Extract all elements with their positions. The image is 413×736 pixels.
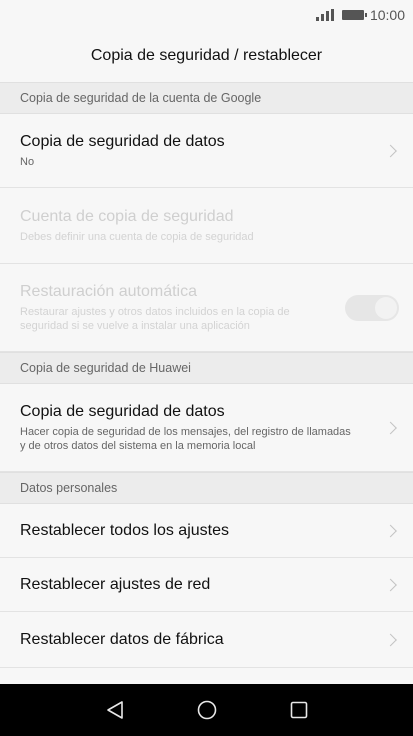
section-header-personal: Datos personales	[0, 472, 413, 504]
page-title: Copia de seguridad / restablecer	[0, 30, 413, 82]
reset-all-settings-label: Restablecer todos los ajustes	[20, 521, 229, 539]
status-time: 10:00	[369, 7, 405, 23]
reset-all-settings-row[interactable]: Restablecer todos los ajustes	[0, 504, 413, 558]
signal-icon	[315, 9, 334, 21]
page-title-text: Copia de seguridad / restablecer	[90, 47, 323, 64]
auto-restore-toggle	[345, 294, 399, 321]
navigation-bar	[0, 684, 413, 736]
auto-restore-label: Restauración automática	[20, 282, 197, 300]
factory-reset-label: Restablecer datos de fábrica	[20, 630, 224, 648]
section-header-personal-text: Datos personales	[20, 481, 118, 495]
toggle-knob	[375, 296, 397, 319]
google-backup-data-row[interactable]: Copia de seguridad de datos No	[0, 114, 413, 188]
google-backup-data-value: No	[20, 155, 35, 168]
backup-account-label: Cuenta de copia de seguridad	[20, 207, 234, 225]
section-header-huawei-text: Copia de seguridad de Huawei	[20, 361, 191, 375]
status-bar: 10:00	[0, 0, 413, 30]
huawei-backup-data-subtitle: Hacer copia de seguridad de los mensajes…	[20, 425, 351, 452]
reset-network-settings-label: Restablecer ajustes de red	[20, 575, 211, 593]
backup-account-subtitle: Debes definir una cuenta de copia de seg…	[20, 230, 254, 243]
huawei-backup-data-row[interactable]: Copia de seguridad de datos Hacer copia …	[0, 384, 413, 472]
auto-restore-subtitle: Restaurar ajustes y otros datos incluido…	[20, 305, 290, 332]
section-header-google-text: Copia de seguridad de la cuenta de Googl…	[20, 91, 262, 105]
backup-account-row: Cuenta de copia de seguridad Debes defin…	[0, 188, 413, 264]
section-header-google: Copia de seguridad de la cuenta de Googl…	[0, 82, 413, 114]
chevron-right-icon	[384, 421, 397, 434]
google-backup-data-label: Copia de seguridad de datos	[20, 132, 225, 150]
recents-icon[interactable]	[284, 695, 314, 725]
home-icon[interactable]	[192, 695, 222, 725]
battery-icon	[341, 10, 367, 20]
section-header-huawei: Copia de seguridad de Huawei	[0, 352, 413, 384]
huawei-backup-data-label: Copia de seguridad de datos	[20, 402, 225, 420]
auto-restore-row: Restauración automática Restaurar ajuste…	[0, 264, 413, 352]
factory-reset-row[interactable]: Restablecer datos de fábrica	[0, 612, 413, 668]
back-icon[interactable]	[100, 695, 130, 725]
reset-network-settings-row[interactable]: Restablecer ajustes de red	[0, 558, 413, 612]
